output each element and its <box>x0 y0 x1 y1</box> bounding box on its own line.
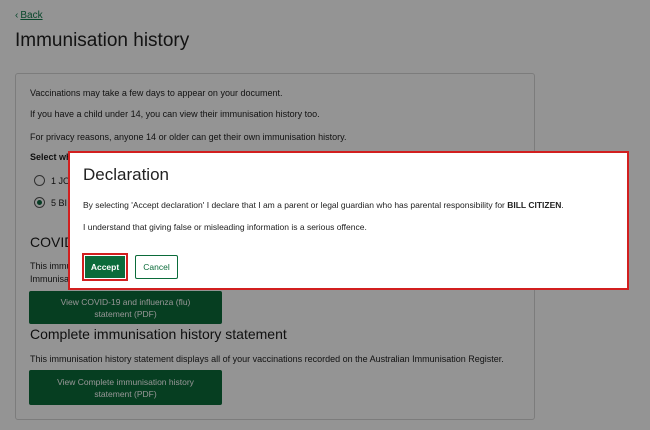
offence-warning: I understand that giving false or mislea… <box>83 222 367 232</box>
accept-highlight: Accept <box>82 253 128 281</box>
dialog-title: Declaration <box>83 165 169 184</box>
accept-button[interactable]: Accept <box>85 256 125 278</box>
declaration-statement: By selecting 'Accept declaration' I decl… <box>83 200 564 210</box>
declaration-dialog: Declaration By selecting 'Accept declara… <box>68 151 629 290</box>
declaration-text: By selecting 'Accept declaration' I decl… <box>83 200 508 210</box>
declaration-text-end: . <box>561 200 564 210</box>
child-name: BILL CITIZEN <box>507 200 562 210</box>
cancel-button[interactable]: Cancel <box>135 255 178 279</box>
